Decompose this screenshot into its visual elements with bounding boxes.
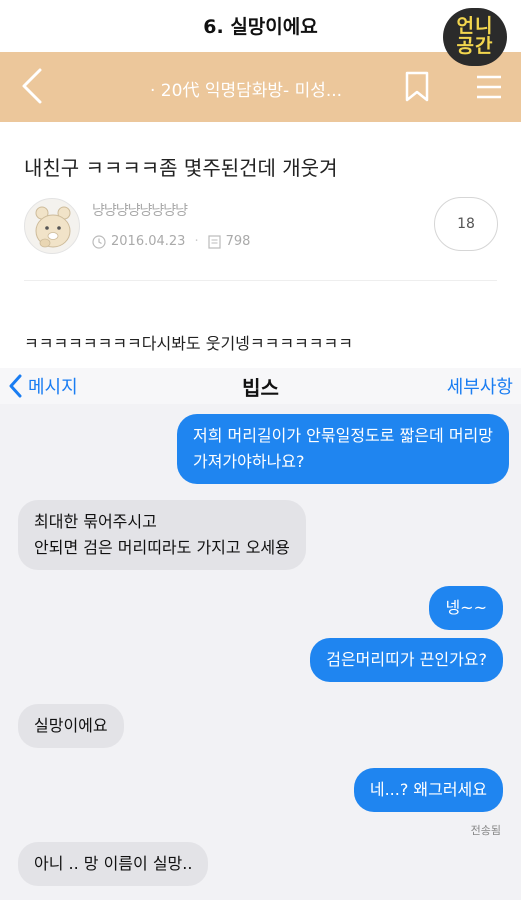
bookmark-icon[interactable] [404,71,430,103]
message-line: 아니 .. 망 이름이 실망.. [34,854,193,873]
meta-separator: · [194,234,199,249]
message-bubble-received: 실망이에요 [18,704,124,748]
comment-count-button[interactable]: 18 [434,197,498,251]
post-meta: 2016.04.23 · 798 [92,234,250,249]
message-bubble-sent: 저희 머리길이가 안묶일정도로 짧은데 머리망 가져가야하나요? [176,414,509,484]
views-icon [207,234,221,249]
bear-avatar-icon [35,206,71,248]
message-line: 안되면 검은 머리띠라도 가지고 오세용 [34,538,290,557]
post-body: ㅋㅋㅋㅋㅋㅋㅋㅋ다시봐도 웃기넹ㅋㅋㅋㅋㅋㅋㅋ [24,334,353,353]
back-arrow-icon[interactable] [18,66,46,106]
message-line: 넹~~ [445,598,487,617]
avatar[interactable] [24,198,80,254]
message-line: 최대한 묶어주시고 [34,512,157,531]
message-bubble-received: 최대한 묶어주시고 안되면 검은 머리띠라도 가지고 오세용 [18,500,306,570]
contact-name: 빕스 [242,376,279,400]
app-bar: · 20代 익명담화방- 미성... [0,52,521,122]
delivered-status: 전송됨 [470,824,501,837]
message-bubble-sent: 검은머리띠가 끈인가요? [310,638,503,682]
message-header: 메시지 빕스 세부사항 [0,368,521,404]
menu-icon[interactable] [475,74,503,100]
message-line: 가져가야하나요? [192,452,305,471]
post-date: 2016.04.23 [111,234,186,249]
board-title: · 20代 익명담화방- 미성... [150,81,343,101]
message-bubble-sent: 넹~~ [429,586,503,630]
logo-line-2: 공간 [456,35,494,57]
message-bubble-received: 아니 .. 망 이름이 실망.. [18,842,209,886]
message-line: 실망이에요 [34,716,108,735]
messages-back-label: 메시지 [28,377,78,398]
clock-icon [92,234,106,249]
details-button[interactable]: 세부사항 [447,373,513,399]
chevron-left-icon [9,374,22,398]
post-title: 내친구 ㅋㅋㅋㅋ좀 몇주된건데 개웃겨 [24,156,338,180]
message-line: 저희 머리길이가 안묶일정도로 짧은데 머리망 [192,426,493,445]
divider [24,280,497,281]
logo-line-1: 언니 [456,15,494,37]
message-line: 네...? 왜그러세요 [369,780,487,799]
message-screenshot: 메시지 빕스 세부사항 저희 머리길이가 안묶일정도로 짧은데 머리망 가져가야… [0,368,521,900]
message-bubble-sent: 네...? 왜그러세요 [353,768,503,812]
messages-back-button[interactable]: 메시지 [8,373,78,399]
message-line: 검은머리띠가 끈인가요? [326,650,487,669]
view-count: 798 [225,234,251,249]
logo: 언니 공간 [443,8,507,66]
author-name[interactable]: 냥냥냥냥냥냥냥냥 [92,200,188,220]
